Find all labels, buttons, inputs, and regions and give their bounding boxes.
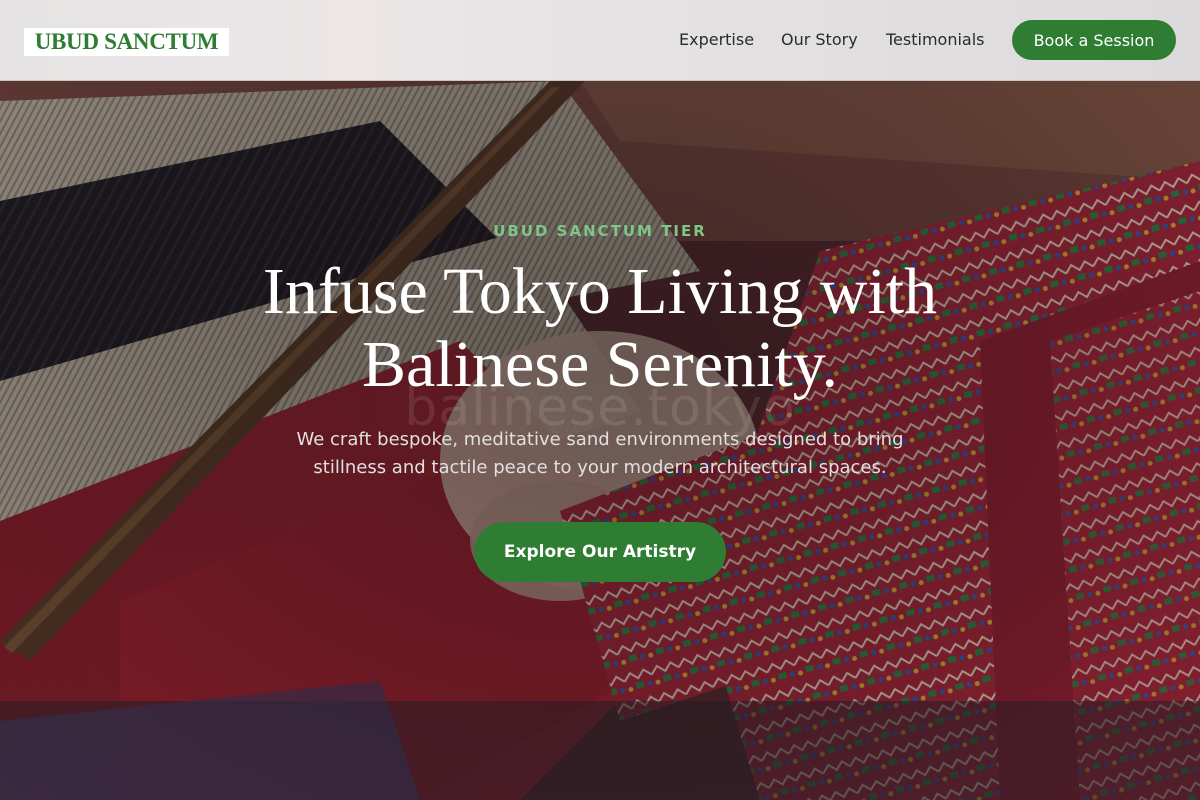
book-session-button[interactable]: Book a Session xyxy=(1012,20,1176,60)
nav-link-expertise[interactable]: Expertise xyxy=(679,30,754,50)
hero-headline-line-2: Balinese Serenity. xyxy=(362,328,838,401)
hero-subtext-line-2: stillness and tactile peace to your mode… xyxy=(313,457,887,478)
hero-section: balinese.tokyo UBUD SANCTUM TIER Infuse … xyxy=(0,81,1200,800)
hero-subtext-line-1: We craft bespoke, meditative sand enviro… xyxy=(296,429,904,450)
hero-subtext: We craft bespoke, meditative sand enviro… xyxy=(270,426,930,482)
site-header: UBUD SANCTUM Expertise Our Story Testimo… xyxy=(0,0,1200,81)
hero-headline: Infuse Tokyo Living with Balinese Sereni… xyxy=(150,255,1050,401)
nav-link-testimonials[interactable]: Testimonials xyxy=(886,30,985,50)
explore-artistry-button[interactable]: Explore Our Artistry xyxy=(474,522,726,582)
hero-eyebrow: UBUD SANCTUM TIER xyxy=(493,222,707,240)
hero-headline-line-1: Infuse Tokyo Living with xyxy=(262,255,938,328)
nav-link-our-story[interactable]: Our Story xyxy=(781,30,858,50)
